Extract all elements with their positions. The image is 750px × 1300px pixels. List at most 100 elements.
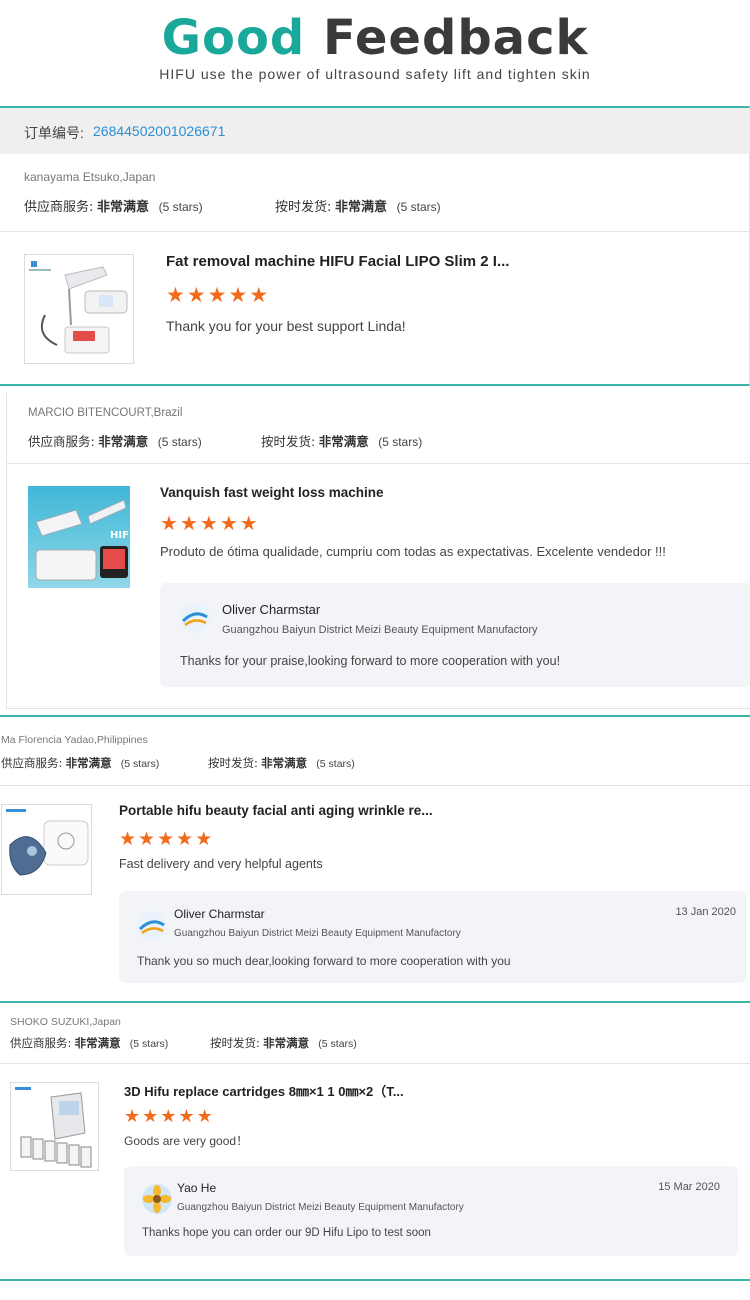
- product-title[interactable]: Fat removal machine HIFU Facial LIPO Sli…: [166, 253, 509, 270]
- star-icon: ★: [199, 513, 218, 535]
- shipping-rating: 按时发货: 非常满意 (5 stars): [210, 1035, 357, 1051]
- service-label: 供应商服务:: [28, 434, 95, 449]
- shipping-stars: (5 stars): [316, 758, 355, 770]
- service-value: 非常满意: [74, 1036, 121, 1050]
- star-icon: ★: [142, 1106, 159, 1126]
- page-title: Good Feedback: [0, 10, 750, 66]
- shipping-rating: 按时发货: 非常满意 (5 stars): [275, 196, 441, 215]
- seller-avatar[interactable]: [137, 911, 167, 941]
- star-rating: ★ ★ ★ ★ ★: [160, 514, 258, 534]
- star-rating: ★ ★ ★ ★ ★: [124, 1107, 213, 1125]
- review-card-1: 订单编号: 26844502001026671 kanayama Etsuko,…: [0, 106, 750, 386]
- product-title[interactable]: Portable hifu beauty facial anti aging w…: [119, 803, 433, 818]
- service-value: 非常满意: [98, 434, 149, 449]
- product-image[interactable]: [1, 804, 92, 895]
- service-rating: 供应商服务: 非常满意 (5 stars): [10, 1035, 168, 1051]
- star-icon: ★: [160, 1106, 177, 1126]
- star-icon: ★: [178, 1106, 195, 1126]
- service-value: 非常满意: [65, 756, 112, 770]
- review-comment: Thank you for your best support Linda!: [166, 318, 406, 334]
- review-card-2: MARCIO BITENCOURT,Brazil 供应商服务: 非常满意 (5 …: [6, 393, 750, 709]
- star-icon: ★: [119, 829, 137, 850]
- service-label: 供应商服务:: [10, 1036, 72, 1050]
- star-icon: ★: [176, 829, 194, 850]
- star-icon: ★: [249, 284, 269, 307]
- star-icon: ★: [195, 829, 213, 850]
- service-stars: (5 stars): [158, 200, 203, 214]
- star-rating: ★ ★ ★ ★ ★: [119, 830, 212, 849]
- reply-text: Thanks hope you can order our 9D Hifu Li…: [142, 1227, 431, 1239]
- reply-text: Thank you so much dear,looking forward t…: [137, 954, 511, 968]
- shipping-rating: 按时发货: 非常满意 (5 stars): [261, 431, 422, 450]
- star-rating: ★ ★ ★ ★ ★: [166, 285, 268, 306]
- seller-company: Guangzhou Baiyun District Meizi Beauty E…: [222, 624, 538, 636]
- shipping-stars: (5 stars): [378, 435, 423, 449]
- review-card-3: Ma Florencia Yadao,Philippines 供应商服务: 非常…: [0, 715, 750, 1003]
- order-label: 订单编号:: [24, 125, 84, 141]
- service-stars: (5 stars): [157, 435, 202, 449]
- seller-reply: Oliver Charmstar Guangzhou Baiyun Distri…: [160, 583, 750, 687]
- service-label: 供应商服务:: [24, 200, 94, 215]
- shipping-rating: 按时发货: 非常满意 (5 stars): [208, 755, 355, 771]
- star-icon: ★: [166, 284, 185, 307]
- seller-reply: Oliver Charmstar Guangzhou Baiyun Distri…: [119, 891, 746, 983]
- hifu-machine-icon: HIF: [28, 486, 130, 588]
- order-number[interactable]: 26844502001026671: [93, 123, 225, 139]
- star-icon: ★: [160, 513, 178, 535]
- service-rating: 供应商服务: 非常满意 (5 stars): [28, 431, 202, 450]
- star-icon: ★: [124, 1106, 141, 1126]
- hifu-cartridges-icon: [15, 1087, 92, 1168]
- star-icon: ★: [157, 829, 175, 850]
- shipping-value: 非常满意: [263, 1036, 310, 1050]
- customer-name: SHOKO SUZUKI,Japan: [10, 1016, 121, 1028]
- shipping-stars: (5 stars): [396, 200, 441, 214]
- star-icon: ★: [186, 284, 206, 307]
- review-card-4: SHOKO SUZUKI,Japan 供应商服务: 非常满意 (5 stars)…: [0, 1005, 750, 1281]
- product-image[interactable]: [24, 254, 134, 364]
- seller-avatar[interactable]: [142, 1184, 172, 1214]
- machine-image-label: HIF: [110, 530, 129, 541]
- seller-avatar[interactable]: [180, 603, 210, 633]
- title-word-good: Good: [161, 10, 306, 66]
- hifu-handpiece-machine-icon: [29, 261, 128, 354]
- reply-text: Thanks for your praise,looking forward t…: [180, 654, 561, 668]
- feedback-header: Good Feedback HIFU use the power of ultr…: [0, 0, 750, 100]
- star-icon: ★: [138, 829, 156, 850]
- customer-name: Ma Florencia Yadao,Philippines: [1, 734, 148, 746]
- review-comment: Produto de ótima qualidade, cumpriu com …: [160, 544, 666, 559]
- customer-name: MARCIO BITENCOURT,Brazil: [28, 407, 183, 419]
- service-rating: 供应商服务: 非常满意 (5 stars): [24, 196, 203, 215]
- seller-reply: Yao He Guangzhou Baiyun District Meizi B…: [124, 1166, 738, 1256]
- portable-hifu-device-icon: [6, 809, 89, 876]
- seller-logo-icon: [180, 603, 210, 633]
- seller-name: Yao He: [177, 1181, 217, 1195]
- product-image[interactable]: [10, 1082, 99, 1171]
- seller-company: Guangzhou Baiyun District Meizi Beauty E…: [177, 1202, 464, 1213]
- review-comment: Fast delivery and very helpful agents: [119, 857, 323, 871]
- seller-logo-icon: [137, 911, 167, 941]
- order-bar: 订单编号: 26844502001026671: [0, 108, 750, 154]
- product-title[interactable]: 3D Hifu replace cartridges 8㎜×1 1 0㎜×2（T…: [124, 1081, 404, 1100]
- star-icon: ★: [179, 513, 198, 535]
- shipping-label: 按时发货:: [208, 756, 258, 770]
- divider: [0, 231, 750, 232]
- product-image[interactable]: HIF: [28, 486, 130, 588]
- star-icon: ★: [239, 513, 258, 535]
- shipping-stars: (5 stars): [318, 1038, 357, 1050]
- service-value: 非常满意: [97, 200, 150, 215]
- shipping-label: 按时发货:: [275, 200, 332, 215]
- product-title[interactable]: Vanquish fast weight loss machine: [160, 485, 384, 500]
- divider: [7, 463, 750, 464]
- service-label: 供应商服务:: [1, 756, 63, 770]
- flower-avatar-icon: [142, 1184, 172, 1214]
- star-icon: ★: [228, 284, 248, 307]
- star-icon: ★: [207, 284, 227, 307]
- shipping-label: 按时发货:: [210, 1036, 260, 1050]
- title-word-feedback: Feedback: [323, 10, 589, 66]
- customer-name: kanayama Etsuko,Japan: [24, 170, 156, 184]
- reply-date: 15 Mar 2020: [658, 1181, 720, 1193]
- page-subtitle: HIFU use the power of ultrasound safety …: [159, 66, 591, 82]
- service-stars: (5 stars): [120, 758, 160, 770]
- shipping-label: 按时发货:: [261, 434, 316, 449]
- shipping-value: 非常满意: [261, 756, 308, 770]
